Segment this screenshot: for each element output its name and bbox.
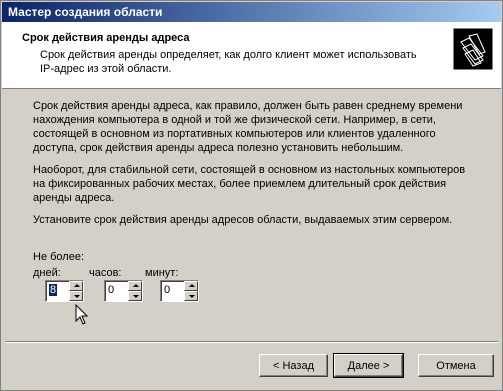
- days-spinner[interactable]: 8: [45, 280, 84, 302]
- limit-label: Не более:: [33, 251, 85, 263]
- minutes-label: минут:: [145, 267, 179, 279]
- minutes-up-arrow-icon[interactable]: [184, 281, 198, 291]
- next-button[interactable]: Далее >: [333, 353, 404, 378]
- days-label: дней:: [33, 267, 61, 279]
- minutes-spinner[interactable]: 0: [160, 280, 199, 302]
- minutes-down-arrow-icon[interactable]: [184, 291, 198, 301]
- paragraph: Срок действия аренды адреса, как правило…: [33, 100, 463, 154]
- hours-down-arrow-icon[interactable]: [128, 291, 142, 301]
- hours-label: часов:: [89, 267, 122, 279]
- window-title: Мастер создания области: [8, 5, 163, 19]
- back-button[interactable]: < Назад: [259, 354, 328, 377]
- wizard-window: Мастер создания области Срок действия ар…: [0, 0, 503, 391]
- wizard-header: Срок действия аренды адреса Срок действи…: [2, 22, 501, 89]
- page-title: Срок действия аренды адреса: [22, 32, 190, 44]
- footer-divider: [5, 341, 498, 343]
- page-description: Срок действия аренды определяет, как дол…: [40, 49, 417, 75]
- days-value[interactable]: 8: [49, 284, 58, 296]
- hours-up-arrow-icon[interactable]: [128, 281, 142, 291]
- paragraph: Установите срок действия аренды адресов …: [33, 214, 453, 226]
- hours-spinner[interactable]: 0: [104, 280, 143, 302]
- days-up-arrow-icon[interactable]: [69, 281, 83, 291]
- folders-icon: [453, 28, 493, 70]
- paragraph: Наоборот, для стабильной сети, состоящей…: [33, 164, 466, 204]
- title-bar[interactable]: Мастер создания области: [2, 2, 501, 22]
- body-text: Срок действия аренды адреса, как правило…: [33, 99, 473, 235]
- minutes-value[interactable]: 0: [164, 284, 170, 296]
- hours-value[interactable]: 0: [108, 284, 114, 296]
- cancel-button[interactable]: Отмена: [418, 354, 494, 377]
- days-down-arrow-icon[interactable]: [69, 291, 83, 301]
- mouse-cursor-icon: [75, 304, 89, 325]
